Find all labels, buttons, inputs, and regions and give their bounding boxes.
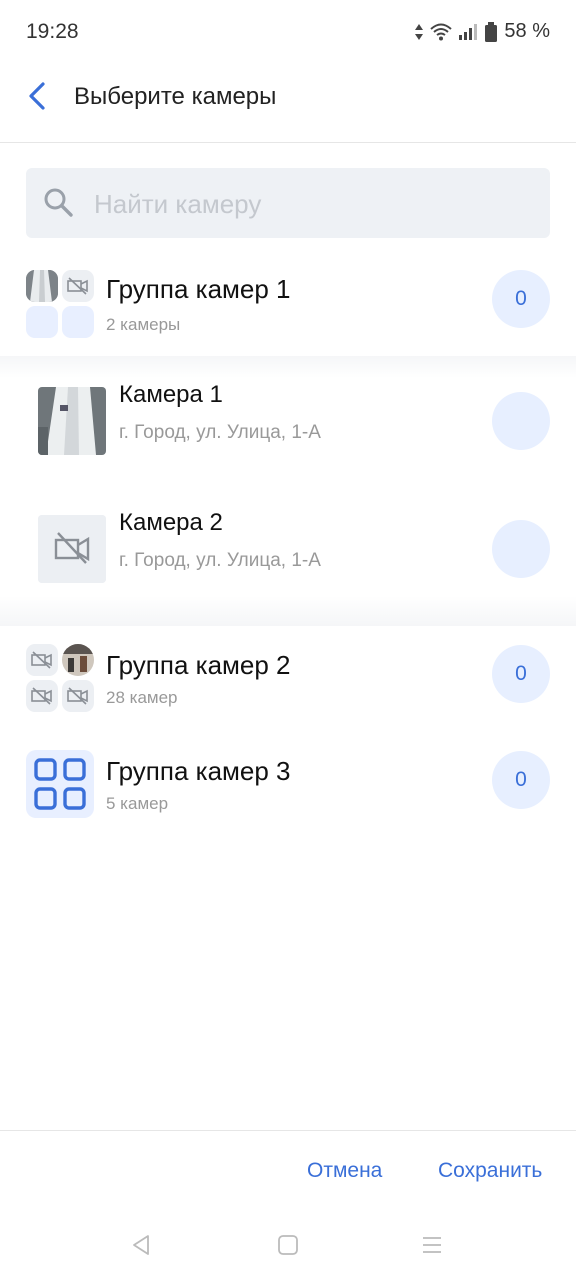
wifi-icon — [430, 23, 453, 40]
home-nav-icon[interactable] — [277, 1234, 299, 1256]
group-thumbnails — [26, 270, 94, 338]
status-time: 19:28 — [26, 20, 79, 43]
camera-address: г. Город, ул. Улица, 1-А — [119, 550, 321, 571]
search-input[interactable] — [92, 180, 536, 228]
video-off-icon — [38, 515, 106, 583]
selected-count-badge[interactable]: 0 — [492, 270, 550, 328]
camera-name: Камера 2 — [119, 509, 223, 536]
dialog-footer: Отмена Сохранить — [0, 1130, 576, 1211]
signal-icon — [459, 23, 478, 40]
camera-preview-icon — [62, 644, 94, 676]
camera-name: Камера 1 — [119, 381, 223, 408]
group-camera-count: 2 камеры — [106, 315, 181, 334]
page-title: Выберите камеры — [74, 83, 277, 110]
battery-icon — [485, 21, 498, 42]
camera-address: г. Город, ул. Улица, 1-А — [119, 422, 321, 443]
app-header: Выберите камеры — [0, 64, 576, 143]
group-name: Группа камер 1 — [106, 274, 291, 304]
search-icon — [44, 188, 73, 217]
chevron-left-icon[interactable] — [22, 80, 54, 112]
group-thumbnails — [26, 644, 94, 712]
camera-select-checkbox[interactable] — [492, 392, 550, 450]
list-item-camera-1[interactable]: Камера 1 г. Город, ул. Улица, 1-А — [0, 356, 576, 486]
save-button[interactable]: Сохранить — [438, 1159, 542, 1183]
selected-count-badge[interactable]: 0 — [492, 645, 550, 703]
menu-nav-icon[interactable] — [421, 1234, 443, 1256]
status-icons: 58 % — [414, 20, 550, 43]
group-name: Группа камер 3 — [106, 756, 291, 786]
search-bar[interactable] — [26, 168, 550, 238]
camera-preview-image — [38, 387, 106, 455]
group-camera-count: 5 камер — [106, 794, 169, 813]
list-item-group-2[interactable]: Группа камер 2 28 камер 0 — [0, 636, 576, 726]
status-bar: 19:28 58 % — [0, 0, 576, 64]
grid-icon — [26, 750, 94, 818]
data-arrows-icon — [415, 23, 424, 40]
camera-select-checkbox[interactable] — [492, 520, 550, 578]
empty-slot — [62, 306, 94, 338]
group-camera-count: 28 камер — [106, 688, 178, 707]
system-nav-bar — [0, 1210, 576, 1280]
cancel-button[interactable]: Отмена — [307, 1159, 382, 1183]
empty-slot — [26, 306, 58, 338]
list-item-camera-2[interactable]: Камера 2 г. Город, ул. Улица, 1-А — [0, 486, 576, 616]
video-off-icon — [26, 644, 58, 676]
list-item-group-1[interactable]: Группа камер 1 2 камеры 0 — [0, 262, 576, 352]
camera-preview-icon — [26, 270, 58, 302]
list-item-group-3[interactable]: Группа камер 3 5 камер 0 — [0, 742, 576, 832]
expanded-group-cameras: Камера 1 г. Город, ул. Улица, 1-А Камера… — [0, 356, 576, 626]
video-off-icon — [62, 270, 94, 302]
selected-count-badge[interactable]: 0 — [492, 751, 550, 809]
battery-level: 58 % — [504, 20, 550, 42]
video-off-icon — [62, 680, 94, 712]
back-nav-icon[interactable] — [130, 1234, 152, 1256]
video-off-icon — [26, 680, 58, 712]
group-name: Группа камер 2 — [106, 650, 291, 680]
